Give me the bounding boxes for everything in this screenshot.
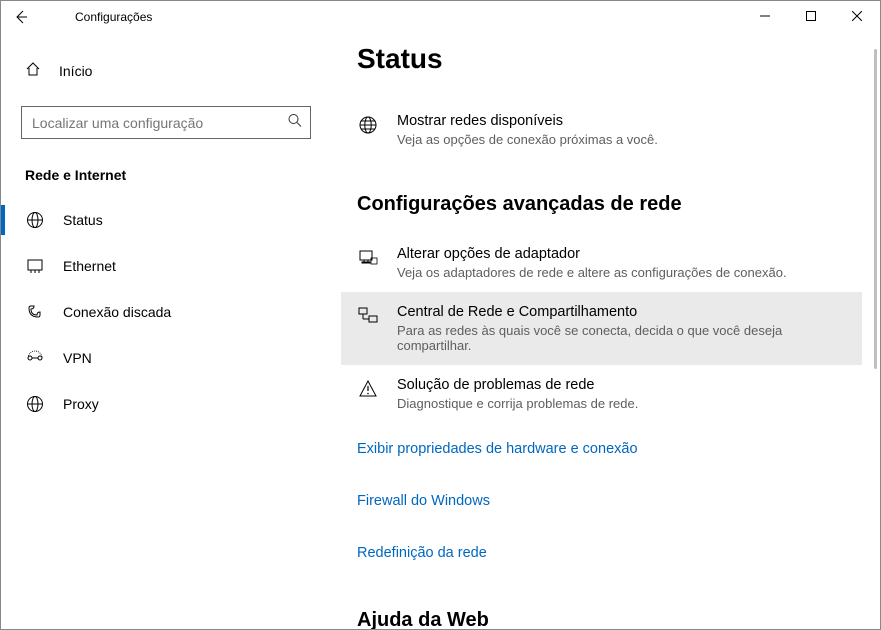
maximize-icon xyxy=(806,11,816,21)
troubleshoot-row[interactable]: Solução de problemas de rede Diagnostiqu… xyxy=(357,365,854,423)
minimize-icon xyxy=(760,11,770,21)
dialup-icon xyxy=(25,303,45,321)
adapter-title: Alterar opções de adaptador xyxy=(397,246,787,262)
home-button[interactable]: Início xyxy=(1,53,331,88)
troubleshoot-title: Solução de problemas de rede xyxy=(397,377,638,393)
titlebar: Configurações xyxy=(1,1,880,33)
advanced-heading: Configurações avançadas de rede xyxy=(357,193,854,216)
adapter-icon xyxy=(357,246,379,268)
windows-firewall-link[interactable]: Firewall do Windows xyxy=(357,485,854,517)
settings-window: Configurações Início xyxy=(0,0,881,630)
search-container xyxy=(21,106,311,139)
sidebar-item-label: Status xyxy=(63,212,103,228)
show-networks-desc: Veja as opções de conexão próximas a voc… xyxy=(397,132,658,147)
show-networks-title: Mostrar redes disponíveis xyxy=(397,113,658,129)
sidebar-item-status[interactable]: Status xyxy=(1,197,331,243)
sharing-icon xyxy=(357,304,379,326)
sidebar-item-proxy[interactable]: Proxy xyxy=(1,381,331,427)
close-button[interactable] xyxy=(834,1,880,31)
adapter-desc: Veja os adaptadores de rede e altere as … xyxy=(397,265,787,280)
search-input[interactable] xyxy=(21,106,311,139)
globe-icon xyxy=(357,113,379,135)
window-body: Início Rede e Internet Status xyxy=(1,33,880,629)
minimize-button[interactable] xyxy=(742,1,788,31)
globe-icon xyxy=(25,211,45,229)
ethernet-icon xyxy=(25,257,45,275)
sharing-desc: Para as redes às quais você se conecta, … xyxy=(397,323,854,353)
sidebar-nav: Status Ethernet Conexão discada xyxy=(1,197,331,427)
window-controls xyxy=(742,1,880,31)
sidebar: Início Rede e Internet Status xyxy=(1,33,331,629)
home-icon xyxy=(25,61,41,80)
sidebar-item-label: Ethernet xyxy=(63,258,116,274)
sharing-title: Central de Rede e Compartilhamento xyxy=(397,304,854,320)
warning-icon xyxy=(357,377,379,399)
window-title: Configurações xyxy=(75,10,152,24)
show-networks-row[interactable]: Mostrar redes disponíveis Veja as opções… xyxy=(357,101,854,159)
help-heading: Ajuda da Web xyxy=(357,609,854,629)
sidebar-item-label: Conexão discada xyxy=(63,304,171,320)
sidebar-item-vpn[interactable]: VPN xyxy=(1,335,331,381)
main-content: Status Mostrar redes disponíveis Veja as… xyxy=(331,33,880,629)
search-icon xyxy=(287,112,303,133)
back-button[interactable] xyxy=(7,3,35,31)
vpn-icon xyxy=(25,349,45,367)
proxy-icon xyxy=(25,395,45,413)
sidebar-item-label: Proxy xyxy=(63,396,99,412)
scrollbar[interactable] xyxy=(874,41,878,601)
network-sharing-center-row[interactable]: Central de Rede e Compartilhamento Para … xyxy=(341,292,862,365)
network-reset-link[interactable]: Redefinição da rede xyxy=(357,537,854,569)
home-label: Início xyxy=(59,63,92,79)
close-icon xyxy=(852,11,862,21)
page-title: Status xyxy=(357,43,854,75)
scrollbar-thumb[interactable] xyxy=(874,49,877,369)
hardware-properties-link[interactable]: Exibir propriedades de hardware e conexã… xyxy=(357,433,854,465)
arrow-left-icon xyxy=(13,9,29,25)
maximize-button[interactable] xyxy=(788,1,834,31)
sidebar-item-ethernet[interactable]: Ethernet xyxy=(1,243,331,289)
sidebar-section-label: Rede e Internet xyxy=(25,167,331,183)
sidebar-item-label: VPN xyxy=(63,350,92,366)
troubleshoot-desc: Diagnostique e corrija problemas de rede… xyxy=(397,396,638,411)
adapter-options-row[interactable]: Alterar opções de adaptador Veja os adap… xyxy=(357,234,854,292)
links-section: Exibir propriedades de hardware e conexã… xyxy=(357,433,854,569)
sidebar-item-dialup[interactable]: Conexão discada xyxy=(1,289,331,335)
